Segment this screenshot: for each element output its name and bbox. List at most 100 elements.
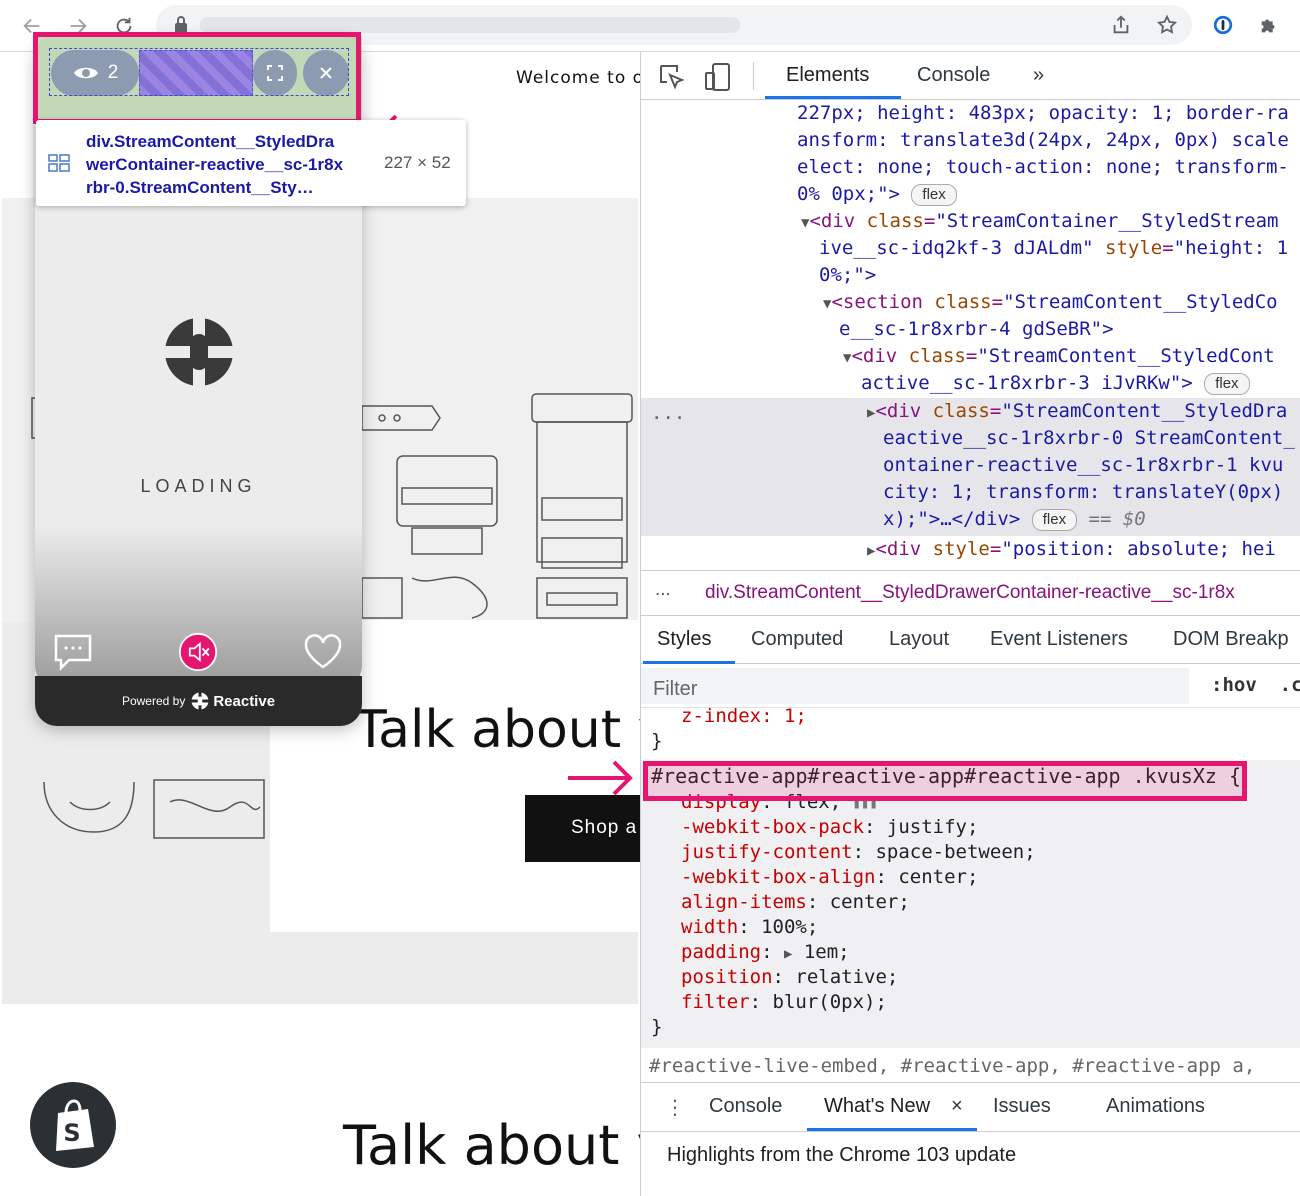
- dom-equals: =: [965, 345, 978, 367]
- css-declaration[interactable]: padding: ▶ 1em;: [681, 940, 850, 967]
- dom-attr: style: [1105, 237, 1163, 259]
- next-css-selector[interactable]: #reactive-live-embed, #reactive-app, #re…: [649, 1054, 1255, 1079]
- drawer-tab-animations[interactable]: Animations: [1106, 1095, 1205, 1118]
- flex-badge[interactable]: flex: [911, 183, 957, 206]
- dom-attr-value: ive__sc-idq2kf-3 dJALdm": [819, 237, 1094, 259]
- dom-line: x);">…</div> flex == $0: [883, 506, 1146, 533]
- drawer-tab-issues[interactable]: Issues: [993, 1095, 1051, 1118]
- device-toolbar-icon[interactable]: [703, 62, 733, 92]
- dom-line: active__sc-1r8xrbr-3 iJvRKw"> flex: [861, 370, 1250, 397]
- dom-attr: class: [934, 291, 992, 313]
- flex-badge[interactable]: flex: [1031, 508, 1078, 531]
- tab-layout[interactable]: Layout: [889, 628, 949, 651]
- dom-attr-value: eactive__sc-1r8xrbr-0 StreamContent_: [883, 427, 1295, 449]
- extensions-button[interactable]: [1254, 10, 1284, 40]
- chat-button[interactable]: [53, 632, 93, 672]
- flex-badge[interactable]: flex: [1204, 372, 1250, 395]
- css-prop: width: [681, 916, 739, 938]
- filter-input[interactable]: Filter: [641, 668, 1189, 704]
- flex-layout-icon: [48, 154, 70, 172]
- shopify-chat-button[interactable]: S: [30, 1082, 116, 1168]
- inspect-element-icon[interactable]: [657, 62, 687, 92]
- dom-node-absolute-div[interactable]: ▶<div style="position: absolute; hei: [867, 536, 1276, 565]
- shop-button[interactable]: Shop a: [525, 795, 640, 862]
- tab-computed[interactable]: Computed: [751, 628, 843, 651]
- selector-line-1-text: div.StreamContent__StyledDra: [86, 132, 335, 151]
- share-button[interactable]: [1106, 10, 1136, 40]
- dom-equals: =: [1162, 237, 1174, 259]
- dom-node-selected[interactable]: ▶<div class="StreamContent__StyledDra: [867, 398, 1287, 427]
- dom-line: city: 1; transform: translateY(0px): [883, 479, 1283, 506]
- hov-label: :hov: [1211, 674, 1257, 696]
- bookmark-button[interactable]: [1152, 10, 1182, 40]
- dom-breadcrumb: ... div.StreamContent__StyledDrawerConta…: [641, 570, 1300, 616]
- tab-elements[interactable]: Elements: [786, 64, 869, 87]
- dom-node-section[interactable]: ▼<section class="StreamContent__StyledCo: [823, 289, 1278, 318]
- password-manager-extension[interactable]: [1208, 10, 1238, 40]
- breadcrumb-current-node[interactable]: div.StreamContent__StyledDrawerContainer…: [705, 582, 1235, 604]
- css-declaration[interactable]: filter: blur(0px);: [681, 990, 887, 1015]
- css-prop: justify-content: [681, 841, 853, 863]
- css-prop: align-items: [681, 891, 807, 913]
- dom-node-stream-container[interactable]: ▼<div class="StreamContainer__StyledStre…: [801, 208, 1278, 237]
- selected-node-ref: == $0: [1088, 508, 1146, 530]
- drawer-menu-icon[interactable]: ⋮: [665, 1095, 685, 1120]
- dom-text-1: 227px; height: 483px; opacity: 1; border…: [797, 102, 1289, 124]
- css-value: relative;: [795, 966, 899, 988]
- tab-event-listeners[interactable]: Event Listeners: [990, 628, 1128, 651]
- dom-attr-value: ontainer-reactive__sc-1r8xrbr-1 kvu: [883, 454, 1284, 476]
- hover-state-toggle[interactable]: :hov .cl: [1211, 674, 1300, 696]
- cls-toggle[interactable]: .cl: [1280, 674, 1300, 696]
- dom-attr-value: city: 1; transform: translateY(0px): [883, 481, 1284, 503]
- dom-attr-value: "StreamContainer__StyledStream: [935, 210, 1279, 232]
- drawer-tab-console[interactable]: Console: [709, 1095, 782, 1118]
- rule-close-brace: }: [651, 730, 663, 752]
- css-value: 1em;: [803, 941, 850, 963]
- css-declaration[interactable]: justify-content: space-between;: [681, 840, 1036, 865]
- css-declaration[interactable]: align-items: center;: [681, 890, 910, 915]
- close-whats-new-icon[interactable]: ×: [951, 1095, 963, 1118]
- section-heading-2: Talk about y: [343, 1114, 640, 1177]
- reactive-mini-logo-icon: [191, 692, 209, 710]
- whats-new-headline: Highlights from the Chrome 103 update: [667, 1144, 1017, 1166]
- dom-node-content[interactable]: ▼<div class="StreamContent__StyledCont: [843, 343, 1275, 372]
- welcome-banner: Welcome to o: [516, 68, 640, 88]
- svg-text:S: S: [63, 1119, 80, 1147]
- dom-attr-value: "StreamContent__StyledDra: [1001, 400, 1288, 422]
- footer-sketch-illustration: [43, 779, 265, 839]
- annotation-box-css-selector: [643, 761, 1247, 801]
- tab-divider: [753, 62, 754, 90]
- mute-toggle[interactable]: [178, 632, 218, 672]
- prev-declaration: z-index: 1;: [681, 708, 807, 729]
- prev-declaration-text: z-index: 1;: [681, 708, 807, 727]
- node-actions-ellipsis[interactable]: ...: [651, 400, 685, 427]
- css-declaration[interactable]: -webkit-box-pack: justify;: [681, 815, 978, 840]
- dom-line: eactive__sc-1r8xrbr-0 StreamContent_: [883, 425, 1295, 452]
- reactive-logo-icon: [165, 318, 233, 386]
- heart-icon: [304, 634, 342, 669]
- expand-shorthand-icon[interactable]: ▶: [784, 946, 792, 962]
- tab-styles[interactable]: Styles: [657, 628, 711, 651]
- css-prop: -webkit-box-align: [681, 866, 876, 888]
- more-tabs-button[interactable]: »: [1033, 64, 1044, 87]
- elements-dom-tree: 227px; height: 483px; opacity: 1; border…: [641, 100, 1300, 570]
- drawer-tab-whats-new[interactable]: What's New: [824, 1095, 930, 1118]
- dom-line: 227px; height: 483px; opacity: 1; border…: [797, 100, 1289, 127]
- css-declaration[interactable]: width: 100%;: [681, 915, 818, 940]
- css-prop: padding: [681, 941, 762, 963]
- dom-tag: <section: [831, 291, 923, 313]
- tab-console[interactable]: Console: [917, 64, 990, 87]
- css-declaration[interactable]: position: relative;: [681, 965, 898, 990]
- muted-speaker-icon: [178, 632, 218, 672]
- annotation-arrow-right: [568, 760, 633, 796]
- inspected-selector: div.StreamContent__StyledDra werContaine…: [86, 130, 376, 199]
- tab-dom-breakpoints[interactable]: DOM Breakp: [1173, 628, 1289, 651]
- like-button[interactable]: [303, 632, 343, 672]
- css-value: center;: [898, 866, 979, 888]
- powered-by-label: Powered by: [121, 694, 186, 708]
- breadcrumb-ellipsis[interactable]: ...: [655, 579, 671, 601]
- css-value: 100%;: [761, 916, 819, 938]
- dom-attr-value: 0%;">: [819, 264, 877, 286]
- dom-equals: =: [989, 538, 1002, 560]
- css-declaration[interactable]: -webkit-box-align: center;: [681, 865, 978, 890]
